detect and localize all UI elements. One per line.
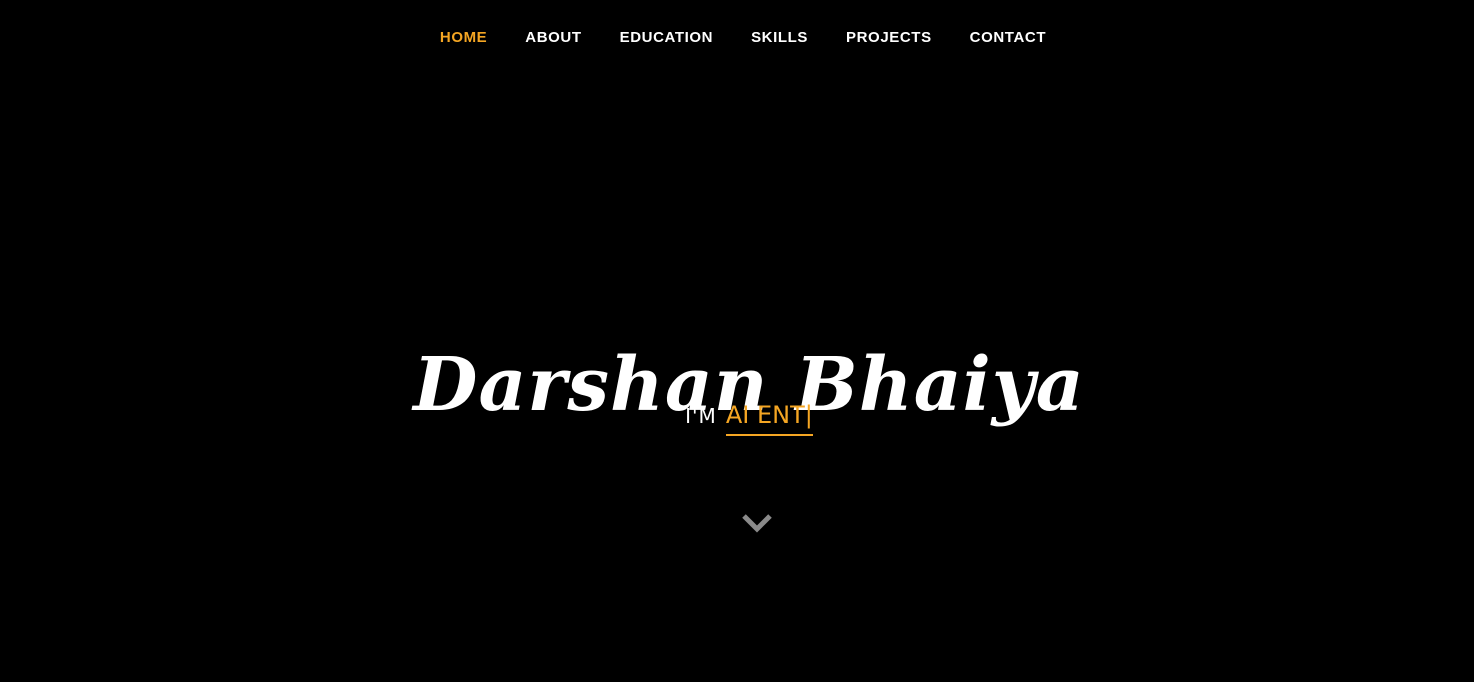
nav-item-contact: CONTACT [970, 29, 1046, 47]
nav-item-home: HOME [440, 29, 487, 47]
nav-link-home[interactable]: HOME [440, 29, 487, 47]
nav-link-about[interactable]: ABOUT [525, 29, 581, 47]
chevron-down-icon [742, 514, 772, 533]
nav-item-about: ABOUT [525, 29, 581, 47]
nav-link-projects[interactable]: PROJECTS [846, 29, 932, 47]
nav-item-skills: SKILLS [751, 29, 808, 47]
hero-tagline: I'M AI ENT| [12, 400, 1474, 436]
nav-link-contact[interactable]: CONTACT [970, 29, 1046, 47]
tagline-prefix: I'M [685, 404, 717, 428]
scroll-down-button[interactable] [739, 510, 775, 538]
nav-item-projects: PROJECTS [846, 29, 932, 47]
nav-link-skills[interactable]: SKILLS [751, 29, 808, 47]
tagline-typed-text: AI ENT| [725, 400, 813, 436]
main-navigation: HOME ABOUT EDUCATION SKILLS PROJECTS CON… [0, 0, 1474, 78]
nav-item-education: EDUCATION [620, 29, 713, 47]
nav-list: HOME ABOUT EDUCATION SKILLS PROJECTS CON… [421, 29, 1065, 47]
nav-link-education[interactable]: EDUCATION [620, 29, 713, 47]
